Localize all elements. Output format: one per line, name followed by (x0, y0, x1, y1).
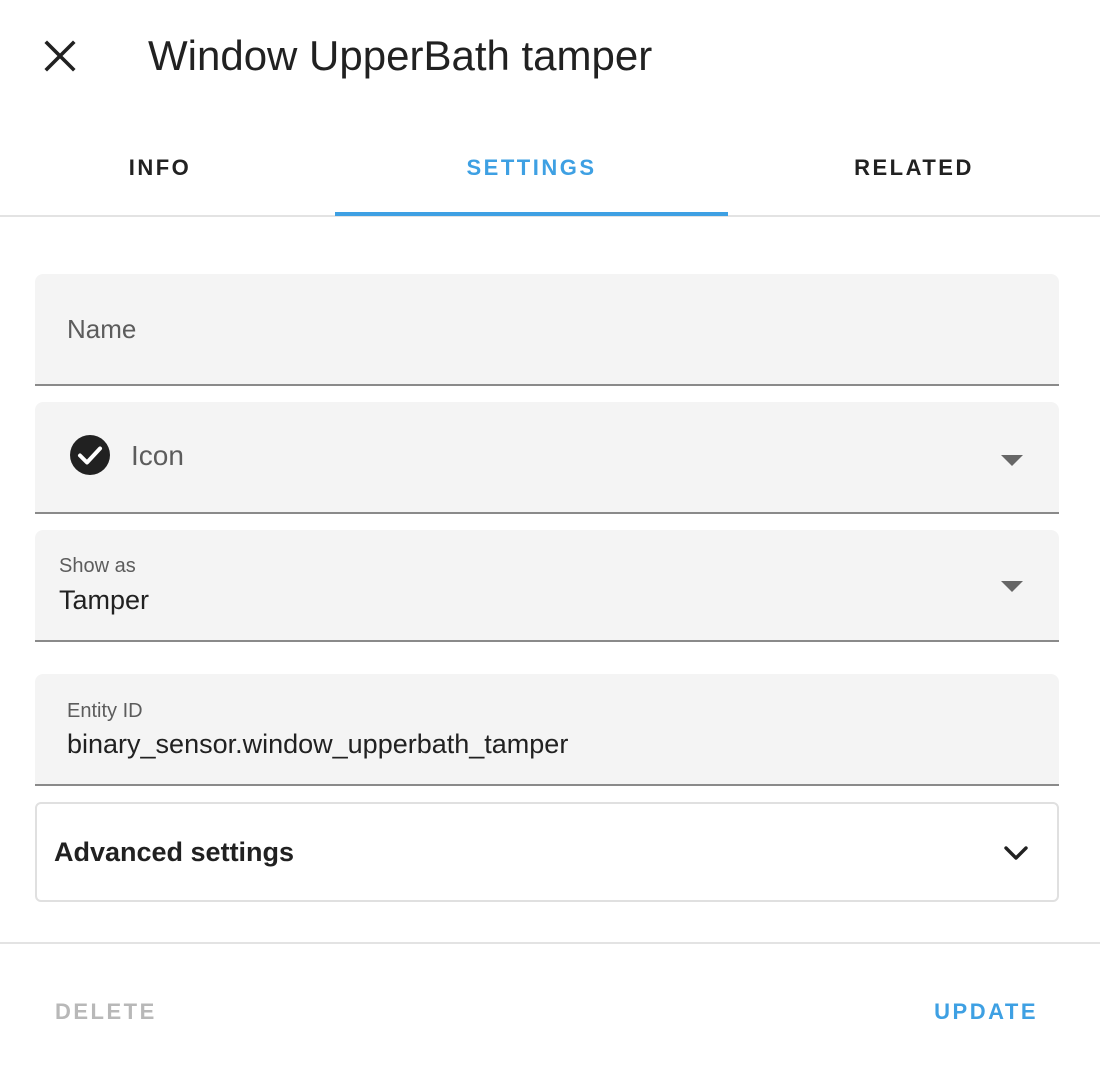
entity-id-field[interactable]: Entity ID binary_sensor.window_upperbath… (35, 674, 1059, 786)
icon-picker[interactable]: Icon (35, 402, 1059, 514)
dropdown-arrow-icon[interactable] (1001, 455, 1023, 466)
tab-info-label: INFO (128, 154, 192, 180)
show-as-value: Tamper (59, 585, 150, 615)
tab-related[interactable]: RELATED (728, 120, 1100, 215)
close-icon (44, 40, 76, 72)
check-circle-icon (70, 435, 110, 475)
update-button[interactable]: UPDATE (934, 992, 1038, 1032)
tab-bar: INFO SETTINGS RELATED (0, 120, 1100, 217)
icon-picker-label: Icon (131, 440, 184, 471)
advanced-settings-label: Advanced settings (54, 837, 295, 867)
dialog-title: Window UpperBath tamper (148, 32, 653, 79)
entity-settings-dialog: Window UpperBath tamper INFO SETTINGS RE… (0, 0, 1100, 1090)
dropdown-arrow-icon[interactable] (1001, 581, 1023, 592)
entity-id-value[interactable]: binary_sensor.window_upperbath_tamper (67, 729, 568, 760)
name-field[interactable]: Name (35, 274, 1059, 386)
delete-button[interactable]: DELETE (55, 992, 157, 1032)
show-as-label: Show as (59, 555, 136, 577)
entity-id-label: Entity ID (67, 700, 143, 722)
close-button[interactable] (32, 28, 88, 84)
tab-info[interactable]: INFO (0, 120, 320, 215)
advanced-settings-expander[interactable]: Advanced settings (35, 802, 1059, 902)
tab-settings-label: SETTINGS (466, 154, 597, 180)
show-as-select[interactable]: Show as Tamper (35, 530, 1059, 642)
tab-settings[interactable]: SETTINGS (335, 120, 728, 216)
name-field-placeholder: Name (67, 314, 137, 344)
tab-active-indicator (335, 212, 728, 216)
chevron-down-icon (1004, 846, 1028, 860)
footer-divider (0, 942, 1100, 944)
tab-related-label: RELATED (854, 154, 974, 180)
